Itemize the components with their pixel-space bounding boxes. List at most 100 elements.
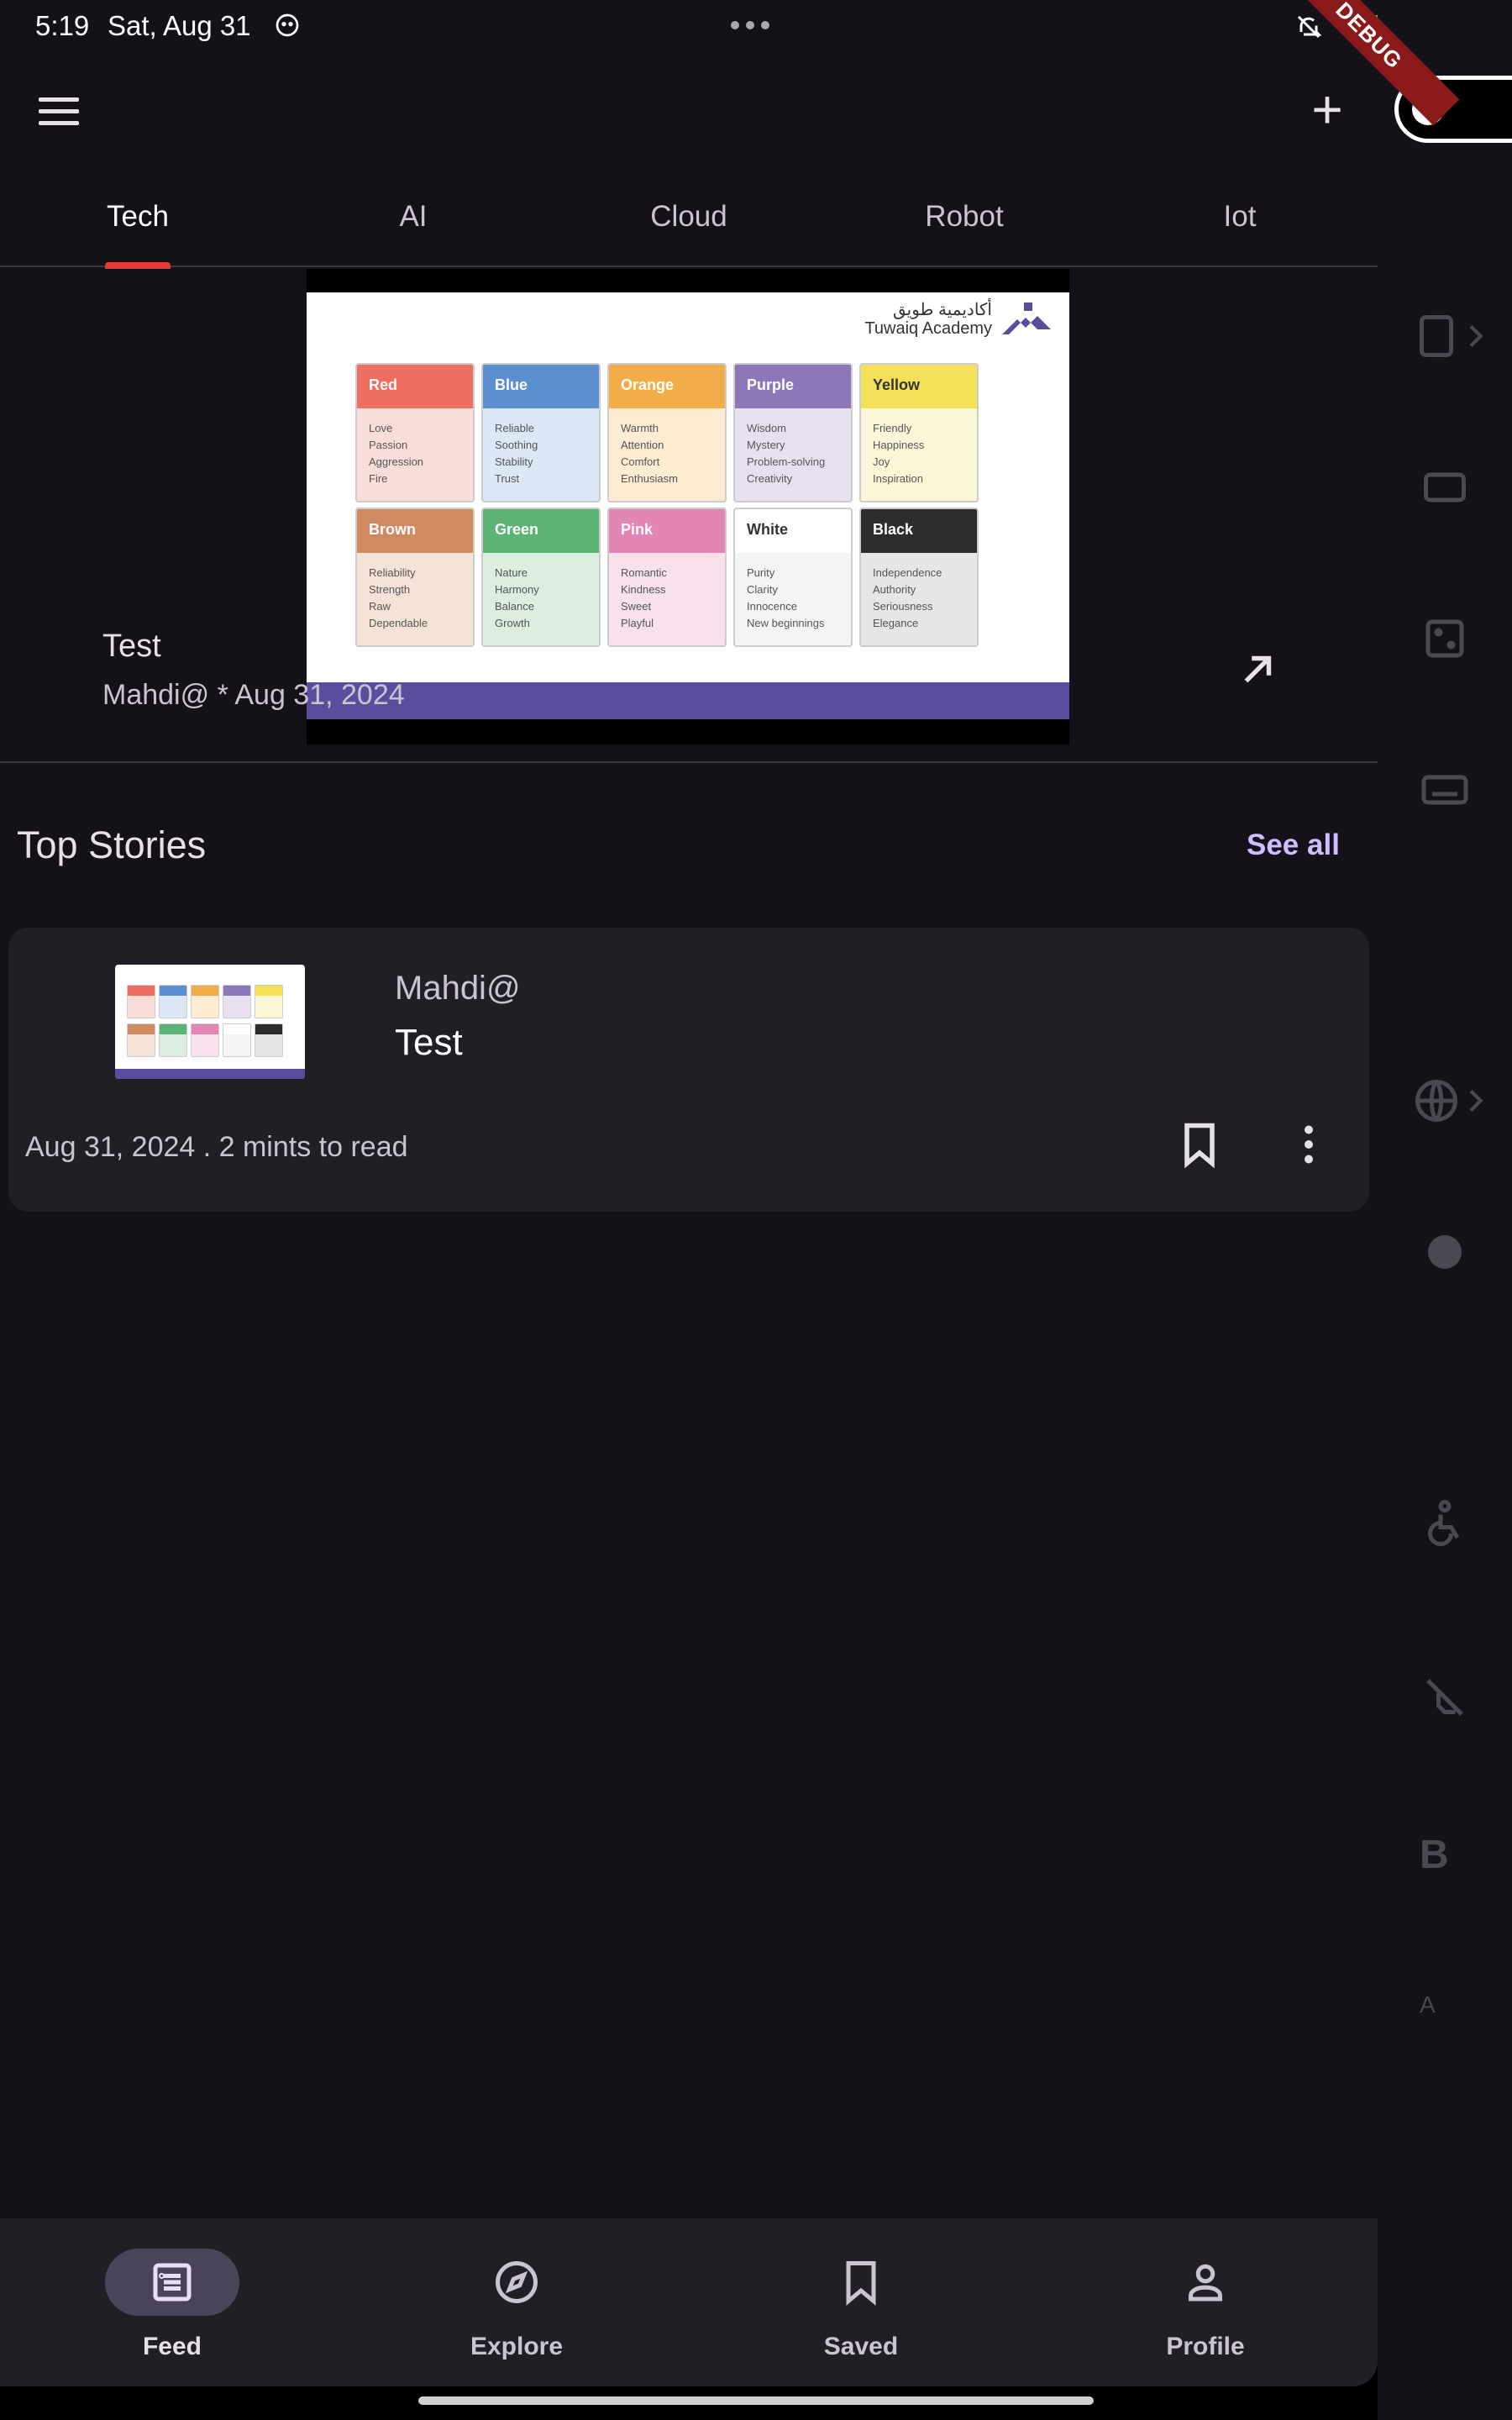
mini-color-card	[127, 1023, 155, 1057]
color-word: Trust	[495, 472, 520, 485]
color-card-green: Green Nature Harmony Balance Growth	[481, 508, 601, 647]
color-card-title: Red	[357, 365, 473, 408]
story-card[interactable]: Mahdi@ Test Aug 31, 2024 . 2 mints to re…	[8, 928, 1369, 1212]
color-card-pink: Pink Romantic Kindness Sweet Playful	[607, 508, 727, 647]
color-card-title: White	[735, 509, 851, 553]
color-word: Love	[369, 422, 393, 434]
tab-iot[interactable]: Iot	[1102, 168, 1378, 267]
tab-robot[interactable]: Robot	[827, 168, 1102, 267]
mini-color-card	[223, 985, 251, 1018]
open-arrow-icon[interactable]	[1235, 647, 1280, 692]
compass-icon	[496, 2261, 538, 2303]
color-word: Innocence	[747, 600, 797, 613]
color-word: Elegance	[873, 617, 919, 629]
notification-face-icon	[276, 13, 299, 37]
mini-color-card	[159, 985, 187, 1018]
color-word: Reliable	[495, 422, 534, 434]
color-word: Warmth	[621, 422, 659, 434]
nav-saved[interactable]: Saved	[689, 2218, 1033, 2386]
tuwaiq-logo-icon	[1002, 302, 1051, 334]
thumbnail-band	[115, 1069, 305, 1079]
color-card-title: Blue	[483, 365, 599, 408]
story-thumbnail	[115, 965, 305, 1079]
feed-icon	[153, 2263, 192, 2302]
color-card-orange: Orange Warmth Attention Comfort Enthusiasm	[607, 363, 727, 502]
menu-button[interactable]	[32, 84, 86, 138]
featured-article[interactable]: أكاديمية طويق Tuwaiq Academy Red Love Passi…	[0, 269, 1378, 763]
nav-profile[interactable]: Profile	[1033, 2218, 1378, 2386]
chevron-right-icon	[1458, 319, 1492, 353]
color-word: Romantic	[621, 566, 667, 579]
color-word: Balance	[495, 600, 534, 613]
see-all-link[interactable]: See all	[1247, 829, 1340, 862]
color-word: Independence	[873, 566, 942, 579]
bookmark-icon[interactable]	[1174, 1119, 1225, 1170]
story-title: Test	[395, 1022, 463, 1063]
gesture-handle[interactable]	[418, 2396, 1094, 2405]
tab-tech[interactable]: Tech	[0, 168, 276, 269]
featured-title: Test	[102, 629, 161, 664]
status-bar: 5:19 Sat, Aug 31 100	[0, 0, 1378, 50]
mini-color-card	[255, 985, 283, 1018]
color-word: Purity	[747, 566, 775, 579]
featured-meta: Mahdi@ * Aug 31, 2024	[102, 679, 405, 711]
color-card-title: Green	[483, 509, 599, 553]
color-word: Harmony	[495, 583, 539, 596]
color-card-words: Purity Clarity Innocence New beginnings	[735, 553, 851, 632]
color-card-black: Black Independence Authority Seriousness Ele…	[859, 508, 979, 647]
color-card-purple: Purple Wisdom Mystery Problem-solving Creati…	[733, 363, 853, 502]
color-card-words: Reliable Soothing Stability Trust	[483, 408, 599, 487]
featured-image: أكاديمية طويق Tuwaiq Academy Red Love Passi…	[307, 269, 1069, 744]
bold-text-icon: B	[1420, 1833, 1449, 1877]
font-size-icon: A	[1420, 1991, 1436, 2018]
tab-cloud[interactable]: Cloud	[551, 168, 827, 267]
color-word: Happiness	[873, 439, 925, 451]
color-word: Reliability	[369, 566, 416, 579]
mini-color-card	[255, 1023, 283, 1057]
color-word: Raw	[369, 600, 391, 613]
color-word: Strength	[369, 583, 411, 596]
tablet-icon	[1411, 311, 1462, 361]
color-word: Nature	[495, 566, 528, 579]
status-time: 5:19	[35, 10, 90, 41]
touch-off-icon	[1420, 1672, 1470, 1723]
color-word: Stability	[495, 455, 533, 468]
color-word: Fire	[369, 472, 388, 485]
color-word: Kindness	[621, 583, 666, 596]
story-meta: Aug 31, 2024 . 2 mints to read	[25, 1131, 408, 1163]
section-title: Top Stories	[17, 823, 207, 866]
screen-rotate-icon	[1420, 462, 1470, 513]
color-word: Seriousness	[873, 600, 933, 613]
color-word: Problem-solving	[747, 455, 826, 468]
color-card-blue: Blue Reliable Soothing Stability Trust	[481, 363, 601, 502]
app-window: 5:19 Sat, Aug 31 100 + Tech AI Cloud Rob…	[0, 0, 1378, 2386]
color-card-words: Wisdom Mystery Problem-solving Creativity	[735, 408, 851, 487]
color-word: Inspiration	[873, 472, 923, 485]
nav-feed[interactable]: Feed	[0, 2218, 344, 2386]
color-card-words: Romantic Kindness Sweet Playful	[609, 553, 725, 632]
color-card-title: Yellow	[861, 365, 977, 408]
multiwindow-dots-icon[interactable]	[731, 18, 781, 29]
nav-explore[interactable]: Explore	[344, 2218, 689, 2386]
color-word: Sweet	[621, 600, 652, 613]
keyboard-icon	[1420, 765, 1470, 815]
chevron-right-icon	[1458, 1084, 1492, 1118]
tab-ai[interactable]: AI	[276, 168, 551, 267]
mini-color-card	[191, 985, 219, 1018]
brightness-icon	[1420, 1227, 1470, 1277]
bell-off-icon	[1297, 15, 1322, 39]
color-word: Joy	[873, 455, 890, 468]
color-card-words: Nature Harmony Balance Growth	[483, 553, 599, 632]
color-word: Playful	[621, 617, 654, 629]
status-date: Sat, Aug 31	[108, 10, 251, 41]
add-icon[interactable]: +	[1300, 82, 1354, 138]
person-icon	[1189, 2264, 1222, 2302]
slide-image: أكاديمية طويق Tuwaiq Academy Red Love Passi…	[307, 292, 1069, 719]
color-card-brown: Brown Reliability Strength Raw Dependable	[355, 508, 475, 647]
bookmark-icon	[846, 2261, 876, 2306]
color-card-words: Warmth Attention Comfort Enthusiasm	[609, 408, 725, 487]
more-vert-icon[interactable]	[1284, 1119, 1334, 1170]
app-bar: +	[0, 50, 1378, 168]
color-card-words: Love Passion Aggression Fire	[357, 408, 473, 487]
story-author: Mahdi@	[395, 970, 521, 1007]
